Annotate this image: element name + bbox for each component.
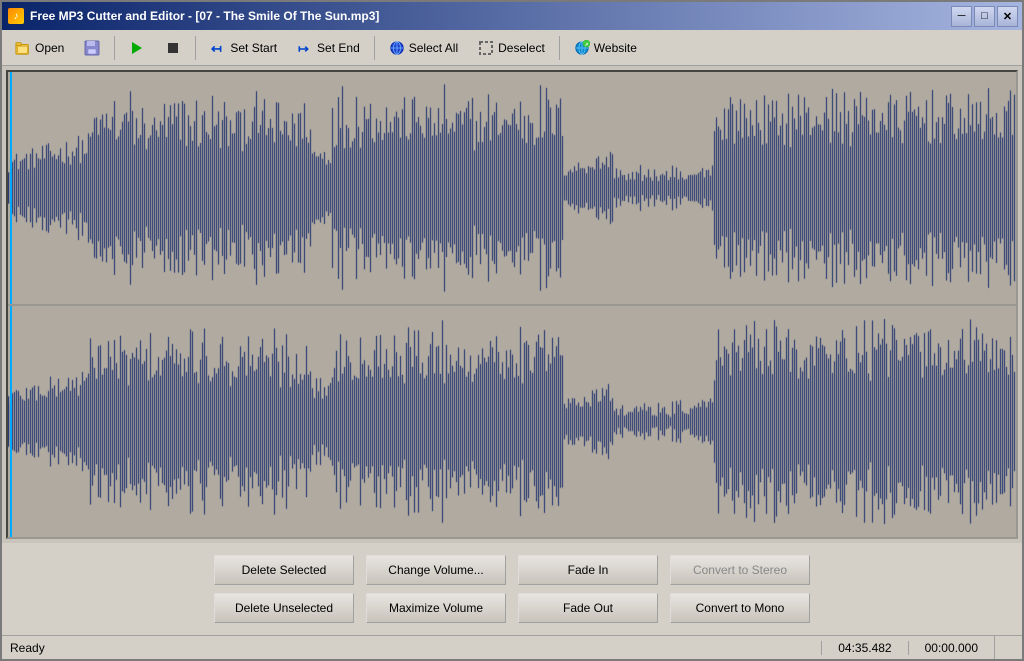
status-end: [994, 636, 1014, 659]
waveform-container[interactable]: [6, 70, 1018, 539]
open-button[interactable]: Open: [6, 34, 73, 62]
deselect-icon: [478, 40, 494, 56]
website-button[interactable]: ↗ Website: [565, 34, 646, 62]
play-button[interactable]: [120, 34, 154, 62]
set-end-button[interactable]: ↦ Set End: [288, 34, 369, 62]
convert-to-mono-button[interactable]: Convert to Mono: [670, 593, 810, 623]
deselect-label: Deselect: [498, 41, 545, 55]
status-time1: 04:35.482: [821, 641, 907, 655]
play-icon: [129, 40, 145, 56]
app-icon: ♪: [8, 8, 24, 24]
svg-text:↗: ↗: [584, 42, 588, 47]
delete-selected-button[interactable]: Delete Selected: [214, 555, 354, 585]
status-bar: Ready 04:35.482 00:00.000: [2, 635, 1022, 659]
button-row-1: Delete Selected Change Volume... Fade In…: [22, 555, 1002, 585]
button-row-2: Delete Unselected Maximize Volume Fade O…: [22, 593, 1002, 623]
close-button[interactable]: ✕: [997, 6, 1018, 27]
buttons-area: Delete Selected Change Volume... Fade In…: [2, 543, 1022, 635]
separator-4: [559, 36, 560, 60]
convert-to-stereo-button[interactable]: Convert to Stereo: [670, 555, 810, 585]
waveform-canvas-top: [8, 72, 1016, 304]
change-volume-button[interactable]: Change Volume...: [366, 555, 506, 585]
set-start-label: Set Start: [230, 41, 277, 55]
svg-text:↦: ↦: [298, 41, 309, 56]
open-icon: [15, 40, 31, 56]
save-button[interactable]: [75, 34, 109, 62]
set-start-button[interactable]: ↤ Set Start: [201, 34, 286, 62]
set-start-icon: ↤: [210, 40, 226, 56]
toolbar: Open: [2, 30, 1022, 66]
minimize-button[interactable]: ─: [951, 6, 972, 27]
separator-1: [114, 36, 115, 60]
title-bar: ♪ Free MP3 Cutter and Editor - [07 - The…: [2, 2, 1022, 30]
deselect-button[interactable]: Deselect: [469, 34, 554, 62]
window-title: Free MP3 Cutter and Editor - [07 - The S…: [30, 9, 379, 23]
svg-text:↤: ↤: [211, 41, 222, 56]
website-icon: ↗: [574, 40, 590, 56]
title-controls: ─ □ ✕: [951, 6, 1018, 27]
separator-2: [195, 36, 196, 60]
main-window: ♪ Free MP3 Cutter and Editor - [07 - The…: [0, 0, 1024, 661]
set-end-label: Set End: [317, 41, 360, 55]
separator-3: [374, 36, 375, 60]
waveform-channel-top[interactable]: [8, 72, 1016, 304]
waveform-canvas-bottom: [8, 306, 1016, 538]
delete-unselected-button[interactable]: Delete Unselected: [214, 593, 354, 623]
maximize-volume-button[interactable]: Maximize Volume: [366, 593, 506, 623]
website-label: Website: [594, 41, 637, 55]
waveform-area[interactable]: [2, 66, 1022, 543]
open-label: Open: [35, 41, 64, 55]
set-end-icon: ↦: [297, 40, 313, 56]
save-icon: [84, 40, 100, 56]
status-time2: 00:00.000: [908, 641, 994, 655]
select-all-button[interactable]: Select All: [380, 34, 467, 62]
stop-icon: [165, 40, 181, 56]
fade-in-button[interactable]: Fade In: [518, 555, 658, 585]
maximize-button[interactable]: □: [974, 6, 995, 27]
waveform-channel-bottom[interactable]: [8, 306, 1016, 538]
status-text: Ready: [10, 641, 821, 655]
stop-button[interactable]: [156, 34, 190, 62]
title-bar-left: ♪ Free MP3 Cutter and Editor - [07 - The…: [8, 8, 379, 24]
select-all-icon: [389, 40, 405, 56]
select-all-label: Select All: [409, 41, 458, 55]
fade-out-button[interactable]: Fade Out: [518, 593, 658, 623]
